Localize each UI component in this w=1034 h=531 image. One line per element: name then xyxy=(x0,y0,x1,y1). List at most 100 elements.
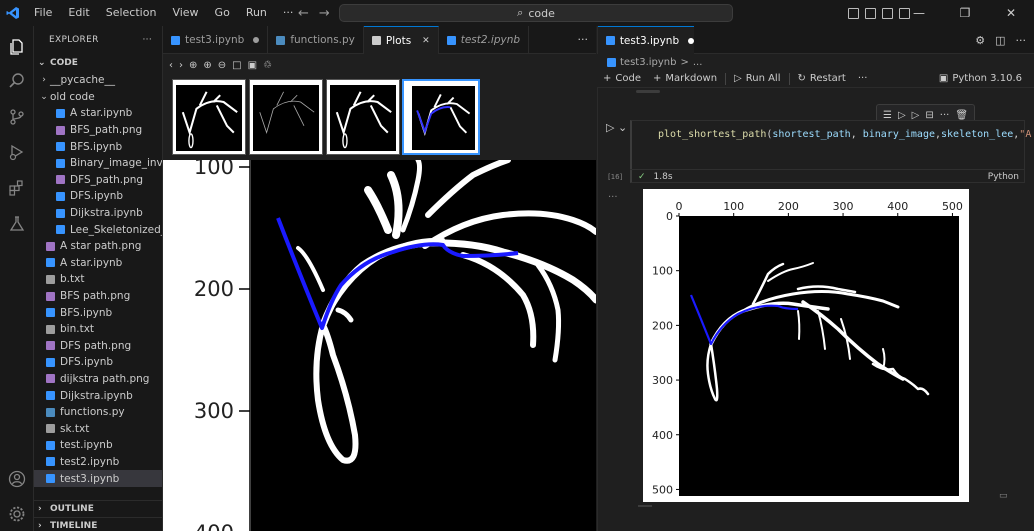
menu-item[interactable]: Edit xyxy=(60,0,97,26)
extensions-icon[interactable] xyxy=(6,177,28,199)
workspace-root-header[interactable]: ⌄ CODE xyxy=(34,54,162,72)
source-control-icon[interactable] xyxy=(6,106,28,128)
testing-icon[interactable] xyxy=(6,213,28,235)
output-figure[interactable]: 0 100 200 300 400 500 0 100 200 300 400 500 xyxy=(643,189,969,502)
zoom-out-icon[interactable]: ⊖ xyxy=(218,60,226,71)
output-options-icon[interactable]: ▭ xyxy=(999,491,1008,501)
execute-below-icon[interactable]: ▷ xyxy=(912,110,920,121)
file-item[interactable]: DFS.ipynb xyxy=(34,188,162,205)
file-item[interactable]: test3.ipynb xyxy=(34,470,162,487)
file-item[interactable]: A star path.png xyxy=(34,238,162,255)
file-item[interactable]: A star.ipynb xyxy=(34,255,162,272)
run-cell-button[interactable]: ▷ ⌄ xyxy=(606,121,627,134)
maximize-button[interactable]: ❐ xyxy=(942,0,988,26)
forward-arrow-icon[interactable]: → xyxy=(319,6,330,21)
file-item[interactable]: b.txt xyxy=(34,271,162,288)
cell-drag-handle[interactable] xyxy=(636,90,660,93)
previous-plot-icon[interactable]: ‹ xyxy=(169,60,173,71)
explorer-more-button[interactable]: ··· xyxy=(143,35,152,45)
plot-thumbnail[interactable] xyxy=(326,79,400,155)
editor-tab[interactable]: functions.py xyxy=(268,26,364,54)
file-item[interactable]: test.ipynb xyxy=(34,437,162,454)
split-editor-icon[interactable]: ◫ xyxy=(995,34,1005,47)
search-icon[interactable] xyxy=(6,70,28,92)
zoom-in-icon[interactable]: ⊕ xyxy=(203,60,211,71)
plot-viewer[interactable]: 100 200 300 400 xyxy=(163,160,596,531)
folder-item[interactable]: ⌄ old code xyxy=(34,89,162,106)
file-item[interactable]: Dijkstra.ipynb xyxy=(34,387,162,404)
file-item[interactable]: DFS path.png xyxy=(34,338,162,355)
more-actions-button[interactable]: ··· xyxy=(1016,34,1027,47)
menu-item[interactable]: View xyxy=(164,0,206,26)
close-tab-icon[interactable]: ✕ xyxy=(422,36,430,46)
run-by-line-icon[interactable]: ☰ xyxy=(883,110,892,121)
accounts-icon[interactable] xyxy=(6,468,28,490)
menu-item[interactable]: Run xyxy=(238,0,275,26)
file-item[interactable]: DFS.ipynb xyxy=(34,354,162,371)
menu-item[interactable]: File xyxy=(26,0,60,26)
minimize-button[interactable]: — xyxy=(896,0,942,26)
toggle-primary-sidebar-icon[interactable] xyxy=(848,7,859,19)
delete-cell-icon[interactable]: 🗑 xyxy=(955,110,968,121)
file-type-icon xyxy=(56,225,65,235)
plot-thumbnail[interactable] xyxy=(249,79,323,155)
file-item[interactable]: Lee_Skeletonized_i... xyxy=(34,221,162,238)
tab-file-icon xyxy=(371,36,381,45)
file-item[interactable]: test2.ipynb xyxy=(34,454,162,471)
tab-test3-notebook[interactable]: test3.ipynb xyxy=(598,26,694,54)
split-cell-icon[interactable]: ⊟ xyxy=(925,110,933,121)
folder-item[interactable]: › __pycache__ xyxy=(34,72,162,89)
kernel-picker[interactable]: ▣ Python 3.10.6 xyxy=(939,73,1022,84)
code-line[interactable]: plot_shortest_path(shortest_path, binary… xyxy=(658,129,1031,140)
command-center-search[interactable]: ⌕ code xyxy=(339,4,733,22)
output-more-button[interactable]: ··· xyxy=(608,192,618,203)
settings-gear-icon[interactable] xyxy=(6,503,28,525)
cell-language[interactable]: Python xyxy=(988,172,1019,182)
file-item[interactable]: DFS_path.png xyxy=(34,172,162,189)
timeline-section-header[interactable]: › TIMELINE xyxy=(34,517,162,531)
editor-tab[interactable]: test3.ipynb xyxy=(163,26,269,54)
tree-item-label: DFS path.png xyxy=(60,339,132,352)
file-item[interactable]: A star.ipynb xyxy=(34,105,162,122)
cell-more-icon[interactable]: ··· xyxy=(940,110,950,121)
save-plot-icon[interactable]: ▣ xyxy=(248,60,257,71)
file-item[interactable]: BFS path.png xyxy=(34,288,162,305)
add-code-cell-button[interactable]: + Code xyxy=(597,73,647,84)
file-item[interactable]: functions.py xyxy=(34,404,162,421)
breadcrumb-ellipsis[interactable]: ... xyxy=(693,57,703,68)
file-item[interactable]: Dijkstra.ipynb xyxy=(34,205,162,222)
breadcrumb-file[interactable]: test3.ipynb xyxy=(620,57,676,68)
menu-item[interactable]: Go xyxy=(207,0,238,26)
explorer-icon[interactable] xyxy=(6,36,28,58)
close-button[interactable]: ✕ xyxy=(988,0,1034,26)
file-item[interactable]: sk.txt xyxy=(34,420,162,437)
y-tick-label: 200 xyxy=(652,319,673,332)
toggle-panel-icon[interactable] xyxy=(865,7,876,19)
back-arrow-icon[interactable]: ← xyxy=(298,6,309,21)
file-item[interactable]: BFS_path.png xyxy=(34,122,162,139)
restart-kernel-button[interactable]: ↻ Restart xyxy=(792,73,852,84)
delete-plot-icon[interactable]: ♲ xyxy=(263,60,272,71)
reset-zoom-icon[interactable]: □ xyxy=(232,60,241,71)
execute-above-icon[interactable]: ▷ xyxy=(898,110,906,121)
pan-icon[interactable]: ⊕ xyxy=(189,60,197,71)
run-all-button[interactable]: ▷ Run All xyxy=(728,73,786,84)
left-tabs-more-button[interactable]: ··· xyxy=(578,26,589,54)
toolbar-more-button[interactable]: ··· xyxy=(852,73,874,84)
file-item[interactable]: BFS.ipynb xyxy=(34,304,162,321)
settings-gear-icon[interactable]: ⚙ xyxy=(975,34,985,47)
plot-thumbnail-selected[interactable] xyxy=(402,79,480,155)
file-item[interactable]: bin.txt xyxy=(34,321,162,338)
menu-item[interactable]: Selection xyxy=(98,0,165,26)
plot-thumbnail[interactable] xyxy=(172,79,246,155)
file-item[interactable]: BFS.ipynb xyxy=(34,138,162,155)
next-plot-icon[interactable]: › xyxy=(179,60,183,71)
toggle-secondary-sidebar-icon[interactable] xyxy=(882,7,893,19)
add-markdown-cell-button[interactable]: + Markdown xyxy=(647,73,723,84)
outline-section-header[interactable]: › OUTLINE xyxy=(34,500,162,517)
file-item[interactable]: dijkstra path.png xyxy=(34,371,162,388)
editor-tab[interactable]: test2.ipynb xyxy=(439,26,530,54)
run-debug-icon[interactable] xyxy=(6,141,28,163)
editor-tab[interactable]: Plots ✕ xyxy=(363,26,439,54)
file-item[interactable]: Binary_image_invert... xyxy=(34,155,162,172)
